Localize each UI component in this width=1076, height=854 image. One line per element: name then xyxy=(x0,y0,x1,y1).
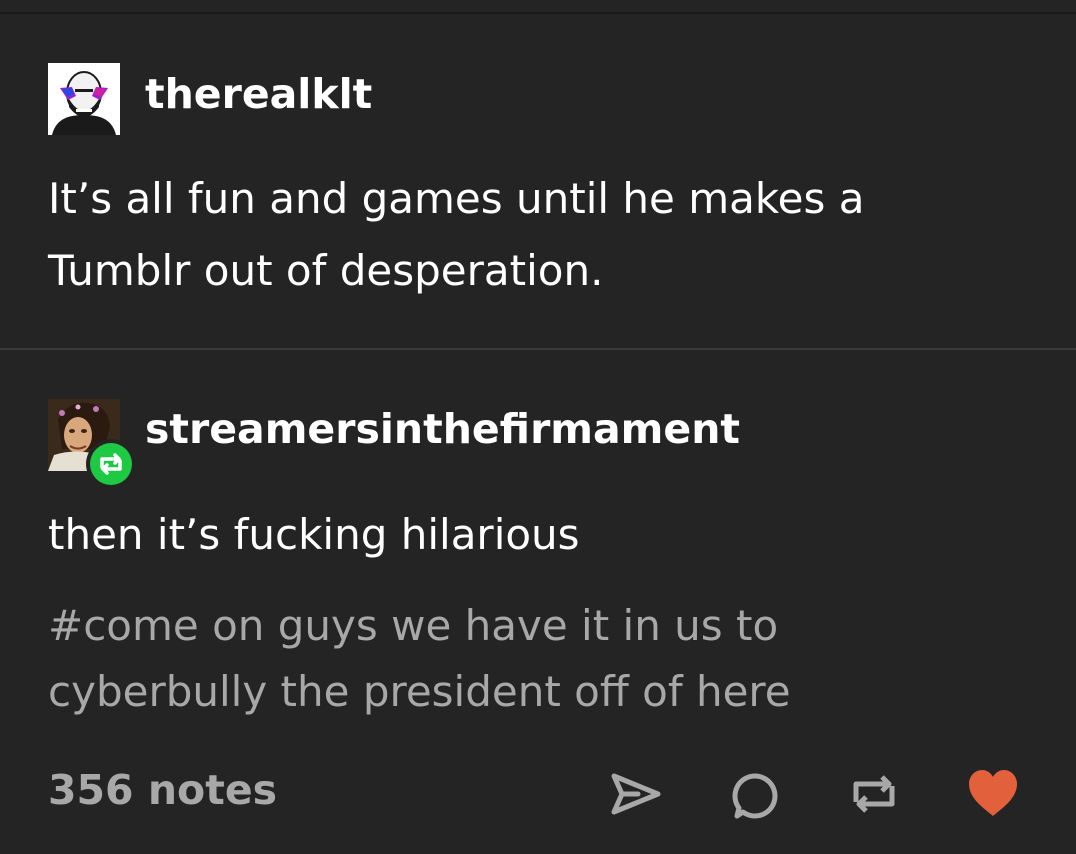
reblog-button[interactable] xyxy=(846,766,902,822)
post-tags-line[interactable]: cyberbully the president off of here xyxy=(48,659,791,725)
share-button[interactable] xyxy=(608,766,664,822)
reply-button[interactable] xyxy=(727,766,783,822)
notes-count[interactable]: 356 notes xyxy=(48,766,277,814)
reblog-badge xyxy=(86,439,136,489)
like-button[interactable] xyxy=(965,766,1021,822)
post-text-line: then it’s fucking hilarious xyxy=(48,510,580,559)
reblog-icon xyxy=(100,453,122,475)
username[interactable]: streamersinthefirmament xyxy=(145,405,740,453)
paper-plane-icon xyxy=(611,773,661,815)
username[interactable]: therealklt xyxy=(145,70,372,118)
reblog-icon xyxy=(853,775,895,813)
post-divider xyxy=(0,348,1076,350)
post-text-line: It’s all fun and games until he makes a xyxy=(48,174,865,223)
avatar[interactable] xyxy=(48,63,120,135)
post-tags-line[interactable]: #come on guys we have it in us to xyxy=(48,593,778,659)
speech-bubble-icon xyxy=(732,773,778,819)
post-text-line: Tumblr out of desperation. xyxy=(48,246,604,295)
heart-icon xyxy=(969,770,1017,816)
top-divider xyxy=(0,12,1076,14)
bald-man-sunglasses-avatar-icon xyxy=(48,63,120,135)
